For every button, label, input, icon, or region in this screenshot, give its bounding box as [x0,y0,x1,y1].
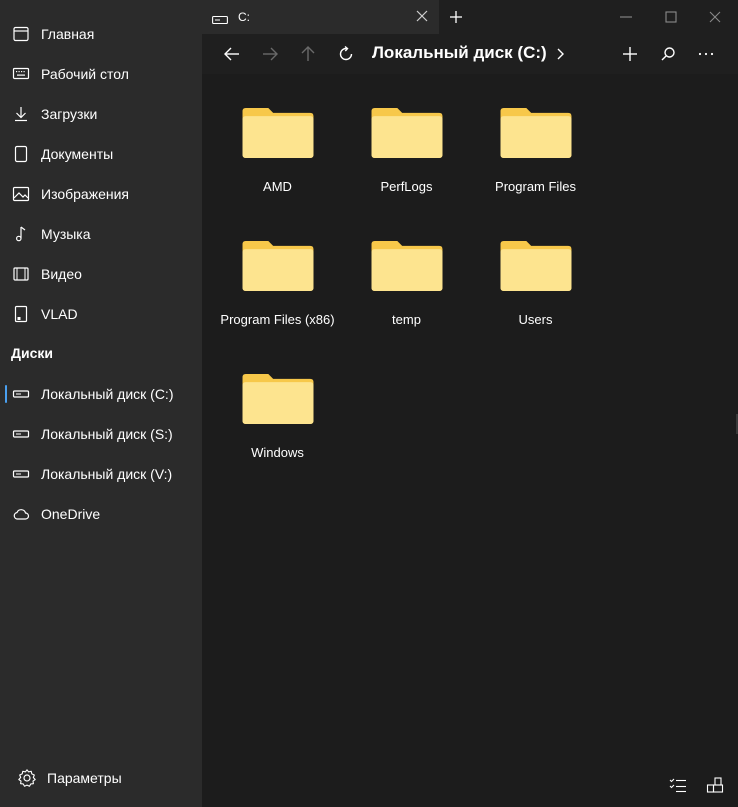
folder-name: Users [518,312,553,327]
folder-item[interactable]: PerfLogs [342,74,471,194]
more-options-icon[interactable] [696,44,716,64]
refresh-icon[interactable] [336,44,356,64]
folder-icon [371,108,442,158]
layout-icon[interactable] [706,776,724,794]
sidebar-item-pictures[interactable]: Изображения [0,176,202,212]
minimize-icon[interactable] [618,9,634,25]
close-tab-icon[interactable] [415,9,429,23]
section-header-drives: Диски [11,345,53,361]
sidebar-item-vlad[interactable]: VLAD [0,296,202,332]
folder-item[interactable]: Program Files [471,74,600,194]
toolbar: Локальный диск (C:) [202,34,738,74]
up-arrow-icon[interactable] [298,44,318,64]
maximize-icon[interactable] [663,9,679,25]
tab-label: C: [238,10,250,24]
folder-name: temp [392,312,421,327]
drive-icon [12,465,30,483]
folder-icon [500,108,571,158]
sidebar-item-desktop[interactable]: Рабочий стол [0,56,202,92]
folder-icon [371,241,442,291]
folder-name: Windows [251,445,304,460]
folder-item[interactable]: temp [342,207,471,327]
sidebar: Главная Рабочий стол Загрузки Документы … [0,0,202,807]
new-tab-icon[interactable] [448,9,464,25]
drive-icon [12,385,30,403]
sidebar-item-documents[interactable]: Документы [0,136,202,172]
sidebar-item-onedrive[interactable]: OneDrive [0,496,202,532]
new-item-icon[interactable] [620,44,640,64]
tab-strip: C: [202,0,738,34]
sidebar-item-label: Загрузки [41,106,98,122]
folder-icon [242,108,313,158]
folder-name: AMD [263,179,292,194]
sidebar-item-label: Локальный диск (V:) [41,466,173,482]
folder-icon [242,374,313,424]
pictures-icon [12,185,30,203]
sidebar-item-home[interactable]: Главная [0,16,202,52]
sidebar-item-label: Музыка [41,226,91,242]
chevron-right-icon[interactable] [555,46,565,60]
breadcrumb-current[interactable]: Локальный диск (C:) [372,43,547,63]
sidebar-item-label: Видео [41,266,82,282]
forward-arrow-icon[interactable] [260,44,280,64]
sidebar-item-label: Локальный диск (S:) [41,426,173,442]
folder-name: Program Files (x86) [220,312,335,327]
music-icon [12,225,30,243]
sidebar-item-label: VLAD [41,306,78,322]
sidebar-item-label: Рабочий стол [41,66,129,82]
desktop-icon [12,65,30,83]
sidebar-item-video[interactable]: Видео [0,256,202,292]
drive-icon [12,425,30,443]
tab-drive-c[interactable]: C: [202,0,439,34]
status-bar [202,764,738,807]
sidebar-item-label: OneDrive [41,506,101,522]
select-list-icon[interactable] [669,776,687,794]
sidebar-item-downloads[interactable]: Загрузки [0,96,202,132]
folder-name: PerfLogs [380,179,433,194]
drive-icon [212,12,228,25]
folder-item[interactable]: AMD [213,74,342,194]
sidebar-item-drive-s[interactable]: Локальный диск (S:) [0,416,202,452]
folder-name: Program Files [495,179,576,194]
home-icon [12,25,30,43]
gear-icon [17,768,37,788]
search-icon[interactable] [658,44,678,64]
folder-icon [500,241,571,291]
sidebar-item-label: Изображения [41,186,129,202]
sidebar-item-label: Документы [41,146,114,162]
user-folder-icon [12,305,30,323]
folder-icon [242,241,313,291]
folder-grid: AMD PerfLogs Program Files Program Files… [202,74,738,764]
back-arrow-icon[interactable] [222,44,242,64]
sidebar-item-label: Главная [41,26,95,42]
sidebar-item-music[interactable]: Музыка [0,216,202,252]
breadcrumb[interactable]: Локальный диск (C:) [372,43,565,63]
cloud-icon [12,505,30,523]
download-icon [12,105,30,123]
main-pane: C: Локальный диск (C:) AMD PerfLogs Prog… [202,0,738,807]
sidebar-item-drive-v[interactable]: Локальный диск (V:) [0,456,202,492]
close-window-icon[interactable] [707,9,723,25]
folder-item[interactable]: Program Files (x86) [213,207,342,327]
settings-button[interactable]: Параметры [0,760,202,796]
folder-item[interactable]: Users [471,207,600,327]
sidebar-item-label: Локальный диск (C:) [41,386,174,402]
sidebar-item-drive-c[interactable]: Локальный диск (C:) [0,376,202,412]
video-icon [12,265,30,283]
document-icon [12,145,30,163]
settings-label: Параметры [47,770,122,786]
folder-item[interactable]: Windows [213,340,342,460]
